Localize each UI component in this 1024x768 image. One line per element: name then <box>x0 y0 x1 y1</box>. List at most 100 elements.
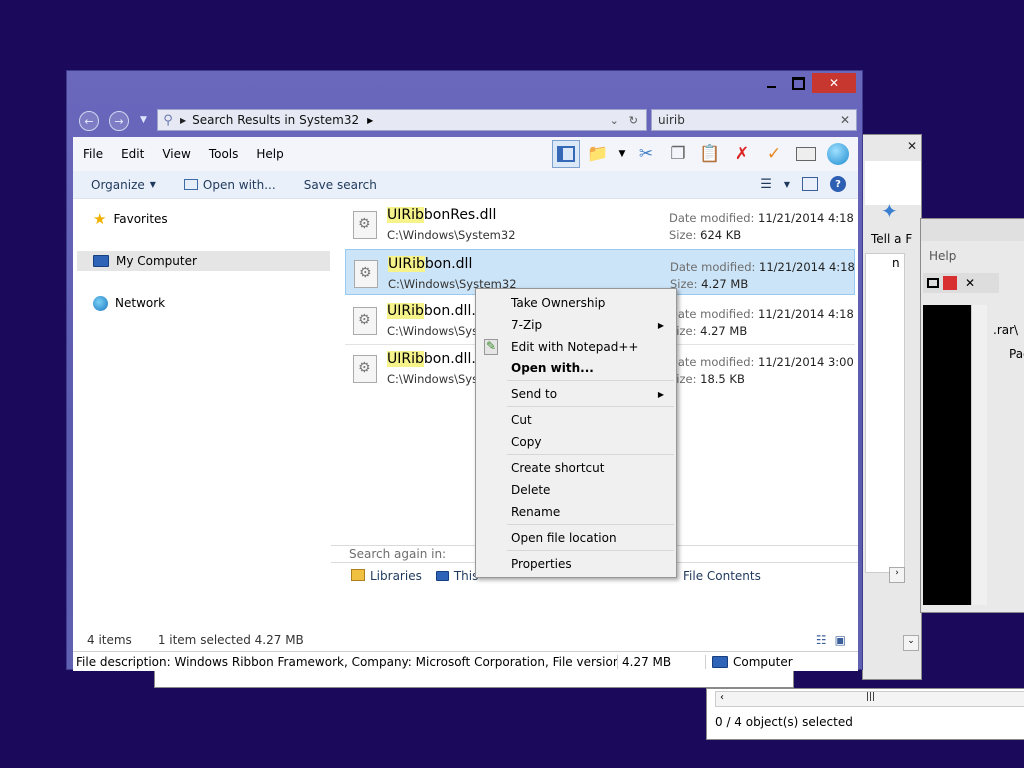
open-with-icon <box>183 179 198 190</box>
menu-bar: File Edit View Tools Help 📁 ▼ ✂ ❐ 📋 ✗ ✓ <box>73 137 858 171</box>
breadcrumb-arrow-icon[interactable]: ▶ <box>180 116 186 125</box>
close-icon[interactable]: ✕ <box>907 139 917 153</box>
toolbar: 📁 ▼ ✂ ❐ 📋 ✗ ✓ <box>552 140 852 168</box>
forward-arrow-icon: → <box>114 114 124 128</box>
scissors-icon: ✂ <box>638 144 654 164</box>
view-toggle-button[interactable] <box>792 140 820 168</box>
context-menu: Take Ownership 7-Zip ▶ Edit with Notepad… <box>475 288 677 578</box>
menu-edit-notepad[interactable]: Edit with Notepad++ <box>478 336 674 358</box>
menu-properties[interactable]: Properties <box>478 553 674 575</box>
large-icons-view-icon[interactable]: ▣ <box>835 633 846 647</box>
menu-open-with[interactable]: Open with... <box>478 357 674 379</box>
nav-network[interactable]: Network <box>93 293 165 313</box>
layout-icon <box>557 146 575 162</box>
delete-button[interactable]: ✗ <box>728 140 756 168</box>
computer-icon <box>712 655 728 668</box>
view-dropdown-icon[interactable]: ▼ <box>784 180 790 189</box>
bg-tell-label: Tell a F <box>871 232 913 246</box>
dll-file-icon <box>354 260 378 288</box>
breadcrumb-arrow-icon[interactable]: ▶ <box>367 116 373 125</box>
maximize-button[interactable] <box>785 73 812 93</box>
properties-button[interactable]: ✓ <box>760 140 788 168</box>
details-view-icon[interactable]: ☷ <box>816 633 827 647</box>
search-file-contents-link[interactable]: File Contents <box>683 569 761 583</box>
search-location-icon: ⚲ <box>163 112 173 128</box>
object-count: 0 / 4 object(s) selected <box>715 715 853 729</box>
save-search-button[interactable]: Save search <box>304 178 377 192</box>
background-window-a: ✕ ✦ Tell a F n › ⌄ <box>862 134 922 680</box>
close-button[interactable]: ✕ <box>812 73 856 93</box>
close-icon[interactable]: ✕ <box>965 276 975 290</box>
search-this-pc-link[interactable]: This <box>435 569 478 583</box>
menu-send-to[interactable]: Send to ▶ <box>478 383 674 405</box>
nav-favorites[interactable]: ★ Favorites <box>93 209 168 229</box>
wizard-icon: ✦ <box>881 199 898 223</box>
search-libraries-link[interactable]: Libraries <box>351 569 422 583</box>
preview-pane-button[interactable] <box>552 140 580 168</box>
scroll-right-icon[interactable]: › <box>889 567 905 583</box>
details-bar: File description: Windows Ribbon Framewo… <box>73 651 858 671</box>
back-arrow-icon: ← <box>84 114 94 128</box>
navigation-pane: ★ Favorites My Computer Network <box>73 199 331 629</box>
move-to-folder-button[interactable]: 📁 <box>584 140 612 168</box>
command-bar: Organize ▼ Open with... Save search ☰ ▼ … <box>73 171 858 199</box>
computer-icon <box>435 571 449 581</box>
submenu-arrow-icon: ▶ <box>657 389 664 399</box>
cut-button[interactable]: ✂ <box>632 140 660 168</box>
menu-cut[interactable]: Cut <box>478 409 674 431</box>
scroll-thumb-icon[interactable]: ||| <box>866 692 875 702</box>
back-button[interactable]: ← <box>79 111 99 131</box>
paste-button[interactable]: 📋 <box>696 140 724 168</box>
result-item[interactable]: UIRibbonRes.dll C:\Windows\System32 Date… <box>345 201 855 247</box>
folder-dropdown-icon[interactable]: ▼ <box>616 140 628 168</box>
menu-delete[interactable]: Delete <box>478 479 674 501</box>
view-options-icon[interactable]: ☰ <box>760 177 772 192</box>
open-with-button[interactable]: Open with... <box>183 178 276 192</box>
background-window-c: ‹ ||| 0 / 4 object(s) selected <box>706 688 1024 740</box>
recent-pages-dropdown-icon[interactable]: ▼ <box>140 115 147 125</box>
help-icon[interactable]: ? <box>830 176 846 192</box>
maximize-icon[interactable] <box>927 278 939 288</box>
menu-copy[interactable]: Copy <box>478 431 674 453</box>
item-count: 4 items <box>87 633 132 647</box>
nav-my-computer[interactable]: My Computer <box>77 251 330 271</box>
window-icon <box>796 147 816 161</box>
horizontal-scrollbar[interactable]: ‹ ||| <box>715 691 1024 707</box>
menu-7zip[interactable]: 7-Zip ▶ <box>478 314 674 336</box>
menu-rename[interactable]: Rename <box>478 501 674 523</box>
menu-take-ownership[interactable]: Take Ownership <box>478 292 674 314</box>
menu-help[interactable]: Help <box>247 147 292 161</box>
forward-button[interactable]: → <box>109 111 129 131</box>
address-path: Search Results in System32 <box>192 113 360 127</box>
checkmark-icon: ✓ <box>766 144 782 164</box>
menu-tools[interactable]: Tools <box>200 147 248 161</box>
minimize-button[interactable] <box>758 73 785 93</box>
preview-pane-icon[interactable] <box>802 177 818 191</box>
background-window-b: Help ✕ .rar\ Pac <box>920 218 1024 613</box>
chevron-down-icon: ▼ <box>149 180 156 189</box>
scroll-left-icon[interactable]: ‹ <box>720 692 724 703</box>
folder-icon: 📁 <box>587 144 609 164</box>
menu-file[interactable]: File <box>73 147 112 161</box>
scrollbar[interactable] <box>971 305 987 605</box>
dll-file-icon <box>353 211 377 239</box>
menu-create-shortcut[interactable]: Create shortcut <box>478 457 674 479</box>
search-input[interactable]: uirib ✕ <box>651 109 857 131</box>
address-bar[interactable]: ⚲ ▶ Search Results in System32 ▶ ⌄ ↻ <box>157 109 647 131</box>
organize-button[interactable]: Organize ▼ <box>91 178 156 192</box>
navigation-row: ← → ▼ ⚲ ▶ Search Results in System32 ▶ ⌄… <box>77 109 857 133</box>
scroll-down-icon[interactable]: ⌄ <box>903 635 919 651</box>
computer-icon <box>93 255 109 267</box>
close-red-icon[interactable] <box>943 276 957 290</box>
menu-open-file-location[interactable]: Open file location <box>478 527 674 549</box>
menu-edit[interactable]: Edit <box>112 147 153 161</box>
refresh-icon[interactable]: ↻ <box>629 114 638 127</box>
globe-icon <box>827 143 849 165</box>
console-area <box>923 305 971 605</box>
menu-view[interactable]: View <box>153 147 199 161</box>
clear-search-icon[interactable]: ✕ <box>840 113 850 127</box>
address-dropdown-icon[interactable]: ⌄ <box>610 114 619 127</box>
globe-button[interactable] <box>824 140 852 168</box>
copy-button[interactable]: ❐ <box>664 140 692 168</box>
file-description: File description: Windows Ribbon Framewo… <box>73 654 618 669</box>
